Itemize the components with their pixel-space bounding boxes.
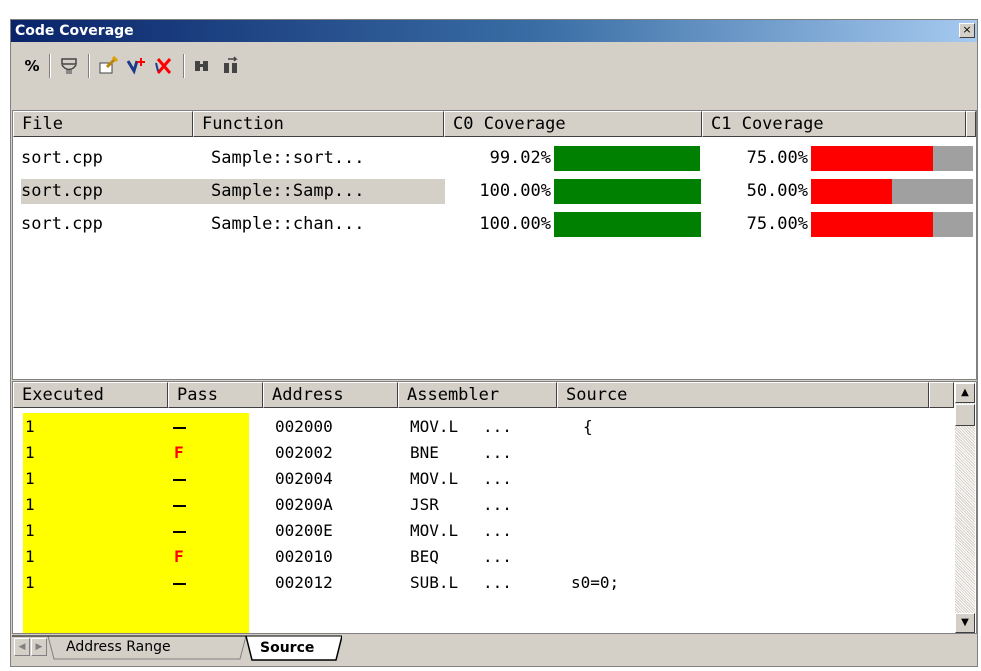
column-header-filler — [966, 111, 976, 137]
scroll-up-button[interactable]: ▲ — [955, 383, 975, 403]
find-icon[interactable] — [190, 54, 216, 78]
vertical-scrollbar[interactable]: ▲ ▼ — [955, 383, 975, 633]
tab-address-range[interactable]: Address Range — [58, 635, 179, 660]
address-cell: 00200E — [275, 521, 333, 540]
scroll-thumb[interactable] — [955, 404, 975, 426]
c1-percent: 75.00% — [746, 214, 808, 234]
assembler-arg-cell: ... — [483, 521, 512, 540]
executed-cell: 1 — [25, 573, 35, 592]
function-cell: Sample::chan... — [211, 214, 365, 234]
coverage-range-icon[interactable] — [56, 54, 82, 78]
c0-coverage-bar — [554, 179, 701, 204]
pass-cell: - — [173, 466, 183, 492]
address-cell: 002002 — [275, 443, 333, 462]
toolbar-separator — [49, 54, 51, 78]
assembler-arg-cell: ... — [483, 417, 512, 436]
function-cell: Sample::Samp... — [211, 181, 365, 201]
c0-percent: 100.00% — [479, 181, 551, 201]
c0-percent: 99.02% — [489, 148, 551, 168]
address-cell: 002004 — [275, 469, 333, 488]
assembler-op-cell: MOV.L — [410, 417, 459, 436]
pass-cell: - — [173, 570, 183, 596]
toolbar-separator — [88, 54, 90, 78]
assembler-op-cell: SUB.L — [410, 573, 459, 592]
file-cell: sort.cpp — [21, 214, 103, 234]
assembler-op-cell: JSR — [410, 495, 439, 514]
file-cell: sort.cpp — [21, 181, 103, 201]
column-header-address[interactable]: Address — [263, 382, 398, 408]
column-header-filler — [929, 382, 954, 408]
assembler-arg-cell: ... — [483, 469, 512, 488]
pass-cell: - — [173, 492, 183, 518]
address-cell: 002010 — [275, 547, 333, 566]
pass-cell: F — [174, 547, 184, 566]
column-header-pass[interactable]: Pass — [168, 382, 263, 408]
c0-coverage-bar — [554, 212, 701, 237]
executed-cell: 1 — [25, 443, 35, 462]
column-header-assembler[interactable]: Assembler — [398, 382, 557, 408]
executed-cell: 1 — [25, 547, 35, 566]
function-cell: Sample::sort... — [211, 148, 365, 168]
column-header-function[interactable]: Function — [193, 111, 444, 137]
pass-cell: - — [173, 414, 183, 440]
column-header-source[interactable]: Source — [557, 382, 929, 408]
assembler-op-cell: BNE — [410, 443, 439, 462]
assembler-arg-cell: ... — [483, 495, 512, 514]
executed-cell: 1 — [25, 417, 35, 436]
address-cell: 002000 — [275, 417, 333, 436]
assembler-arg-cell: ... — [483, 547, 512, 566]
assembler-op-cell: MOV.L — [410, 521, 459, 540]
column-header-file[interactable]: File — [13, 111, 193, 137]
source-cell: s0=0; — [571, 573, 620, 592]
tab-source[interactable]: Source — [252, 636, 322, 661]
clear-coverage-icon[interactable] — [95, 54, 121, 78]
toolbar-separator — [183, 54, 185, 78]
executed-cell: 1 — [25, 495, 35, 514]
file-cell: sort.cpp — [21, 148, 103, 168]
address-cell: 00200A — [275, 495, 333, 514]
assembler-arg-cell: ... — [483, 443, 512, 462]
c1-percent: 75.00% — [746, 148, 808, 168]
add-range-icon[interactable] — [123, 54, 149, 78]
c0-percent: 100.00% — [479, 214, 551, 234]
c0-coverage-bar — [554, 146, 700, 171]
delete-range-icon[interactable] — [151, 54, 177, 78]
title-bar[interactable]: Code Coverage × — [11, 20, 977, 42]
source-cell: { — [583, 417, 593, 436]
address-cell: 002012 — [275, 573, 333, 592]
c1-coverage-bar — [811, 179, 892, 204]
scroll-down-button[interactable]: ▼ — [955, 613, 975, 633]
c1-percent: 50.00% — [746, 181, 808, 201]
assembler-op-cell: MOV.L — [410, 469, 459, 488]
window-title: Code Coverage — [15, 23, 134, 39]
function-coverage-list[interactable]: File Function C0 Coverage C1 Coverage so… — [12, 110, 977, 380]
pass-cell: F — [174, 443, 184, 462]
find-next-icon[interactable] — [218, 54, 244, 78]
column-header-c0-coverage[interactable]: C0 Coverage — [444, 111, 702, 137]
column-header-c1-coverage[interactable]: C1 Coverage — [702, 111, 966, 137]
toolbar: % — [11, 42, 977, 86]
tab-strip: ◀ ▶ Address Range Source — [12, 635, 977, 661]
close-button[interactable]: × — [959, 23, 975, 38]
source-coverage-list[interactable]: Executed Pass Address Assembler Source 1… — [12, 381, 977, 634]
executed-cell: 1 — [25, 469, 35, 488]
column-header-executed[interactable]: Executed — [13, 382, 168, 408]
executed-cell: 1 — [25, 521, 35, 540]
c1-coverage-bar — [811, 146, 933, 171]
pass-cell: - — [173, 518, 183, 544]
c1-coverage-bar — [811, 212, 933, 237]
assembler-op-cell: BEQ — [410, 547, 439, 566]
assembler-arg-cell: ... — [483, 573, 512, 592]
percent-icon[interactable]: % — [19, 54, 45, 78]
